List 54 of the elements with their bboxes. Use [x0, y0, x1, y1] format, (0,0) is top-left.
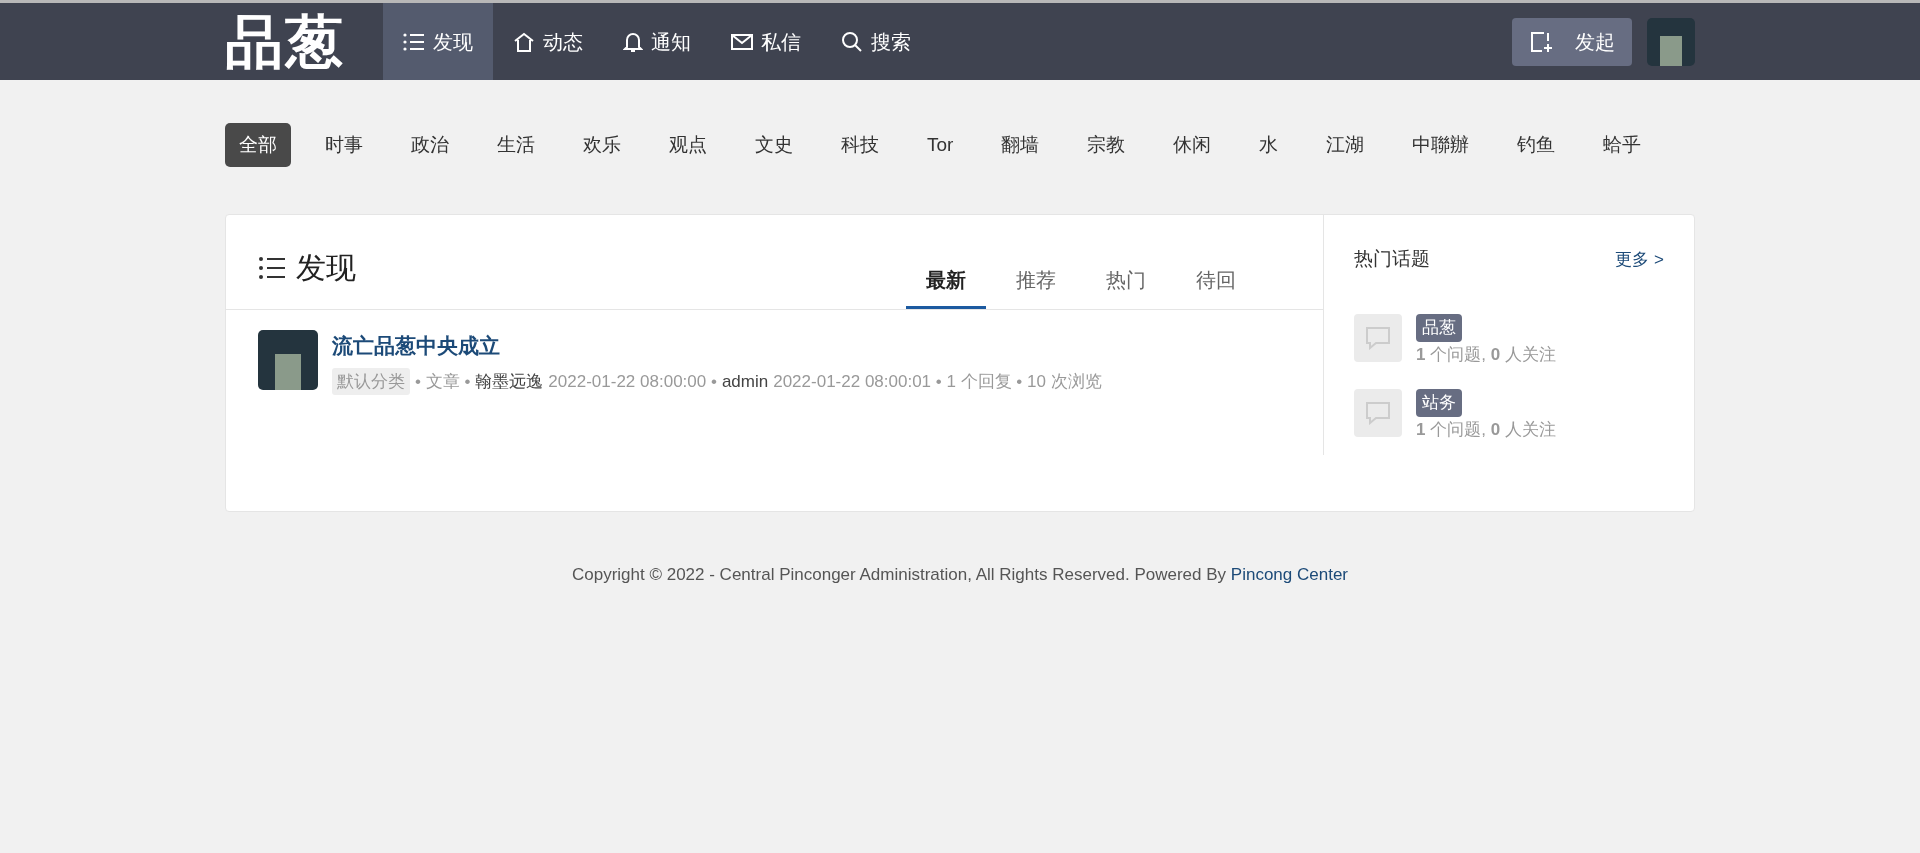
- feed-tab[interactable]: 最新: [906, 265, 986, 309]
- post-meta: 2022-01-22 08:00:01 • 1 个回复 • 10 次浏览: [773, 370, 1102, 393]
- category-tab[interactable]: 时事: [311, 123, 377, 167]
- post-title[interactable]: 流亡品葱中央成立: [332, 330, 1102, 362]
- nav-link[interactable]: 通知: [603, 3, 711, 80]
- feed-tab[interactable]: 待回: [1176, 265, 1256, 309]
- category-tab[interactable]: 蛤乎: [1589, 123, 1656, 167]
- user-link[interactable]: admin: [721, 368, 769, 394]
- post-meta: 2022-01-22 08:00:00 •: [548, 370, 717, 393]
- feed-tab[interactable]: 热门: [1086, 265, 1166, 309]
- new-post-icon: [1529, 29, 1553, 54]
- mail-icon: [731, 32, 753, 51]
- category-tab[interactable]: 水: [1245, 123, 1293, 167]
- nav-link[interactable]: 发现: [383, 3, 493, 80]
- user-link[interactable]: 翰墨远逸: [475, 368, 544, 394]
- section-title: 发现: [296, 250, 356, 286]
- category-tab[interactable]: 文史: [741, 123, 807, 167]
- category-tab[interactable]: 宗教: [1073, 123, 1140, 167]
- comment-icon: [1365, 325, 1391, 350]
- category-tab[interactable]: 观点: [655, 123, 721, 167]
- avatar-photo-placeholder[interactable]: [258, 330, 318, 390]
- search-icon: [841, 30, 863, 53]
- sidebar-title: 热门话题: [1354, 247, 1430, 271]
- post-meta: • 文章 •: [415, 370, 471, 393]
- avatar-photo-placeholder[interactable]: [1647, 17, 1695, 66]
- bell-icon: [623, 30, 643, 53]
- category-tab[interactable]: 中聯辦: [1398, 123, 1484, 167]
- category-tab[interactable]: 翻墙: [987, 123, 1054, 167]
- category-tab[interactable]: 科技: [827, 123, 893, 167]
- category-tab[interactable]: Tor: [913, 123, 968, 167]
- category-tab[interactable]: 生活: [483, 123, 549, 167]
- category-tab[interactable]: 欢乐: [569, 123, 635, 167]
- nav-link[interactable]: 动态: [493, 3, 603, 80]
- nav-link[interactable]: 私信: [711, 3, 821, 80]
- footer-link[interactable]: Pincong Center: [1230, 565, 1348, 584]
- category-tab[interactable]: 钓鱼: [1503, 123, 1570, 167]
- more-link[interactable]: 更多 >: [1615, 246, 1664, 272]
- nav-link[interactable]: 搜索: [821, 3, 931, 80]
- topic-stats: 1 个问题, 0 人关注: [1416, 419, 1556, 441]
- feed-tab[interactable]: 推荐: [996, 265, 1076, 309]
- site-logo[interactable]: 品葱: [225, 3, 383, 80]
- home-icon: [513, 31, 535, 52]
- copyright-text: Copyright © 2022 - Central Pinconger Administration, All Rights Reserved. Powered By: [571, 565, 1227, 584]
- topic-tag[interactable]: 品葱: [1416, 313, 1462, 342]
- category-tab[interactable]: 休闲: [1159, 123, 1226, 167]
- list-icon: [403, 31, 425, 52]
- category-tab[interactable]: 江湖: [1312, 123, 1379, 167]
- topic-tag[interactable]: 站务: [1416, 389, 1462, 417]
- category-tab[interactable]: 政治: [397, 123, 463, 167]
- list-icon: [258, 255, 286, 280]
- topic-stats: 1 个问题, 0 人关注: [1416, 343, 1556, 366]
- publish-button[interactable]: 发起: [1512, 17, 1632, 66]
- category-tab[interactable]: 全部: [225, 123, 291, 167]
- comment-icon: [1365, 401, 1391, 425]
